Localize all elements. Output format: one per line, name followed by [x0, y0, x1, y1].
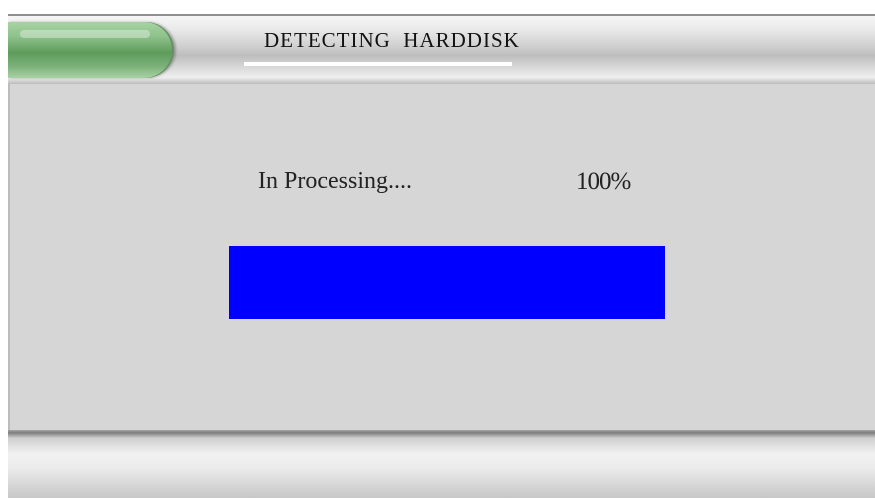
dialog-title: DETECTING HARDDISK [264, 28, 520, 52]
progress-bar [229, 246, 665, 319]
title-bar: DETECTING HARDDISK [8, 14, 875, 84]
dialog-content: In Processing.... 100% [8, 84, 875, 430]
detecting-harddisk-dialog: DETECTING HARDDISK In Processing.... 100… [8, 14, 875, 498]
title-tab-decoration [8, 22, 174, 78]
progress-bar-fill [229, 246, 665, 319]
title-tab-highlight [20, 30, 150, 38]
status-label: In Processing.... [258, 168, 412, 194]
progress-percent: 100% [576, 168, 631, 195]
title-underline [244, 62, 512, 66]
footer-bar [8, 430, 875, 498]
